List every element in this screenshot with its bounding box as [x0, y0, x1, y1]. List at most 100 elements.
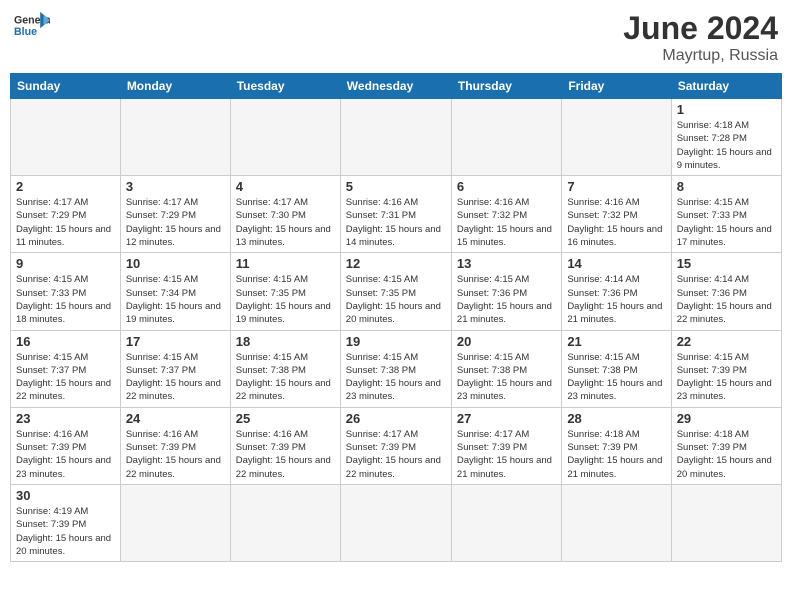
- col-tuesday: Tuesday: [230, 74, 340, 99]
- day-number: 6: [457, 179, 556, 194]
- day-cell-4-1: 24Sunrise: 4:16 AM Sunset: 7:39 PM Dayli…: [120, 407, 230, 484]
- day-cell-3-2: 18Sunrise: 4:15 AM Sunset: 7:38 PM Dayli…: [230, 330, 340, 407]
- day-number: 2: [16, 179, 115, 194]
- day-cell-2-6: 15 Sunrise: 4:14 AM Sunset: 7:36 PM Dayli…: [671, 253, 781, 330]
- day-number: 7: [567, 179, 665, 194]
- day-cell-1-3: 5Sunrise: 4:16 AM Sunset: 7:31 PM Daylig…: [340, 176, 451, 253]
- week-row-2: 9 Sunrise: 4:15 AM Sunset: 7:33 PM Daylig…: [11, 253, 782, 330]
- day-number: 9: [16, 256, 115, 271]
- generalblue-logo-icon: General Blue: [14, 10, 50, 40]
- day-cell-2-3: 12 Sunrise: 4:15 AM Sunset: 7:35 PM Dayli…: [340, 253, 451, 330]
- day-number: 12: [346, 256, 446, 271]
- col-thursday: Thursday: [451, 74, 561, 99]
- day-info: Sunrise: 4:16 AM Sunset: 7:39 PM Dayligh…: [16, 428, 115, 481]
- day-number: 22: [677, 334, 776, 349]
- day-info: Sunrise: 4:15 AM Sunset: 7:38 PM Dayligh…: [457, 351, 556, 404]
- logo: General Blue: [14, 10, 50, 40]
- col-saturday: Saturday: [671, 74, 781, 99]
- day-cell-0-2: [230, 99, 340, 176]
- day-number: 15: [677, 256, 776, 271]
- page: General Blue June 2024 Mayrtup, Russia S…: [0, 0, 792, 572]
- day-cell-3-6: 22 Sunrise: 4:15 AM Sunset: 7:39 PM Dayli…: [671, 330, 781, 407]
- col-wednesday: Wednesday: [340, 74, 451, 99]
- day-number: 8: [677, 179, 776, 194]
- day-cell-5-0: 30 Sunrise: 4:19 AM Sunset: 7:39 PM Dayli…: [11, 484, 121, 561]
- day-cell-0-4: [451, 99, 561, 176]
- day-info: Sunrise: 4:17 AM Sunset: 7:39 PM Dayligh…: [346, 428, 446, 481]
- day-cell-3-3: 19Sunrise: 4:15 AM Sunset: 7:38 PM Dayli…: [340, 330, 451, 407]
- day-info: Sunrise: 4:14 AM Sunset: 7:36 PM Dayligh…: [567, 273, 665, 326]
- day-cell-3-1: 17Sunrise: 4:15 AM Sunset: 7:37 PM Dayli…: [120, 330, 230, 407]
- day-cell-2-1: 10 Sunrise: 4:15 AM Sunset: 7:34 PM Dayli…: [120, 253, 230, 330]
- day-cell-5-5: [562, 484, 671, 561]
- day-cell-0-6: 1Sunrise: 4:18 AM Sunset: 7:28 PM Daylig…: [671, 99, 781, 176]
- day-cell-5-6: [671, 484, 781, 561]
- day-cell-0-0: [11, 99, 121, 176]
- svg-text:Blue: Blue: [14, 26, 37, 38]
- day-info: Sunrise: 4:16 AM Sunset: 7:39 PM Dayligh…: [236, 428, 335, 481]
- title-block: June 2024 Mayrtup, Russia: [623, 10, 778, 65]
- day-cell-1-4: 6 Sunrise: 4:16 AM Sunset: 7:32 PM Daylig…: [451, 176, 561, 253]
- day-info: Sunrise: 4:16 AM Sunset: 7:39 PM Dayligh…: [126, 428, 225, 481]
- week-row-5: 30 Sunrise: 4:19 AM Sunset: 7:39 PM Dayli…: [11, 484, 782, 561]
- day-info: Sunrise: 4:14 AM Sunset: 7:36 PM Dayligh…: [677, 273, 776, 326]
- day-info: Sunrise: 4:15 AM Sunset: 7:35 PM Dayligh…: [236, 273, 335, 326]
- day-cell-2-2: 11Sunrise: 4:15 AM Sunset: 7:35 PM Dayli…: [230, 253, 340, 330]
- day-info: Sunrise: 4:15 AM Sunset: 7:33 PM Dayligh…: [16, 273, 115, 326]
- day-info: Sunrise: 4:18 AM Sunset: 7:39 PM Dayligh…: [567, 428, 665, 481]
- day-cell-5-3: [340, 484, 451, 561]
- day-cell-0-3: [340, 99, 451, 176]
- day-number: 26: [346, 411, 446, 426]
- col-friday: Friday: [562, 74, 671, 99]
- day-cell-3-4: 20 Sunrise: 4:15 AM Sunset: 7:38 PM Dayli…: [451, 330, 561, 407]
- day-cell-1-1: 3Sunrise: 4:17 AM Sunset: 7:29 PM Daylig…: [120, 176, 230, 253]
- day-cell-0-1: [120, 99, 230, 176]
- day-info: Sunrise: 4:18 AM Sunset: 7:28 PM Dayligh…: [677, 119, 776, 172]
- day-info: Sunrise: 4:16 AM Sunset: 7:32 PM Dayligh…: [457, 196, 556, 249]
- week-row-3: 16 Sunrise: 4:15 AM Sunset: 7:37 PM Dayli…: [11, 330, 782, 407]
- day-cell-3-5: 21 Sunrise: 4:15 AM Sunset: 7:38 PM Dayli…: [562, 330, 671, 407]
- day-info: Sunrise: 4:15 AM Sunset: 7:35 PM Dayligh…: [346, 273, 446, 326]
- week-row-0: 1Sunrise: 4:18 AM Sunset: 7:28 PM Daylig…: [11, 99, 782, 176]
- day-cell-4-6: 29Sunrise: 4:18 AM Sunset: 7:39 PM Dayli…: [671, 407, 781, 484]
- day-number: 20: [457, 334, 556, 349]
- day-info: Sunrise: 4:15 AM Sunset: 7:34 PM Dayligh…: [126, 273, 225, 326]
- day-number: 27: [457, 411, 556, 426]
- day-cell-5-2: [230, 484, 340, 561]
- day-number: 21: [567, 334, 665, 349]
- day-number: 10: [126, 256, 225, 271]
- day-info: Sunrise: 4:17 AM Sunset: 7:30 PM Dayligh…: [236, 196, 335, 249]
- day-cell-4-3: 26 Sunrise: 4:17 AM Sunset: 7:39 PM Dayli…: [340, 407, 451, 484]
- day-info: Sunrise: 4:19 AM Sunset: 7:39 PM Dayligh…: [16, 505, 115, 558]
- day-number: 19: [346, 334, 446, 349]
- calendar-header-row: Sunday Monday Tuesday Wednesday Thursday…: [11, 74, 782, 99]
- day-info: Sunrise: 4:15 AM Sunset: 7:38 PM Dayligh…: [567, 351, 665, 404]
- day-number: 28: [567, 411, 665, 426]
- calendar: Sunday Monday Tuesday Wednesday Thursday…: [10, 73, 782, 562]
- day-info: Sunrise: 4:15 AM Sunset: 7:37 PM Dayligh…: [16, 351, 115, 404]
- day-cell-5-4: [451, 484, 561, 561]
- day-number: 14: [567, 256, 665, 271]
- day-number: 16: [16, 334, 115, 349]
- month-year: June 2024: [623, 10, 778, 47]
- day-cell-1-0: 2Sunrise: 4:17 AM Sunset: 7:29 PM Daylig…: [11, 176, 121, 253]
- day-cell-4-4: 27Sunrise: 4:17 AM Sunset: 7:39 PM Dayli…: [451, 407, 561, 484]
- day-number: 23: [16, 411, 115, 426]
- header: General Blue June 2024 Mayrtup, Russia: [10, 10, 782, 65]
- day-cell-2-5: 14 Sunrise: 4:14 AM Sunset: 7:36 PM Dayli…: [562, 253, 671, 330]
- day-number: 4: [236, 179, 335, 194]
- day-number: 30: [16, 488, 115, 503]
- day-cell-1-5: 7 Sunrise: 4:16 AM Sunset: 7:32 PM Daylig…: [562, 176, 671, 253]
- day-cell-1-2: 4 Sunrise: 4:17 AM Sunset: 7:30 PM Daylig…: [230, 176, 340, 253]
- week-row-1: 2Sunrise: 4:17 AM Sunset: 7:29 PM Daylig…: [11, 176, 782, 253]
- day-number: 18: [236, 334, 335, 349]
- day-info: Sunrise: 4:15 AM Sunset: 7:39 PM Dayligh…: [677, 351, 776, 404]
- day-number: 17: [126, 334, 225, 349]
- day-info: Sunrise: 4:16 AM Sunset: 7:32 PM Dayligh…: [567, 196, 665, 249]
- day-number: 13: [457, 256, 556, 271]
- col-sunday: Sunday: [11, 74, 121, 99]
- day-cell-1-6: 8Sunrise: 4:15 AM Sunset: 7:33 PM Daylig…: [671, 176, 781, 253]
- day-cell-4-0: 23 Sunrise: 4:16 AM Sunset: 7:39 PM Dayli…: [11, 407, 121, 484]
- day-cell-4-5: 28 Sunrise: 4:18 AM Sunset: 7:39 PM Dayli…: [562, 407, 671, 484]
- day-cell-0-5: [562, 99, 671, 176]
